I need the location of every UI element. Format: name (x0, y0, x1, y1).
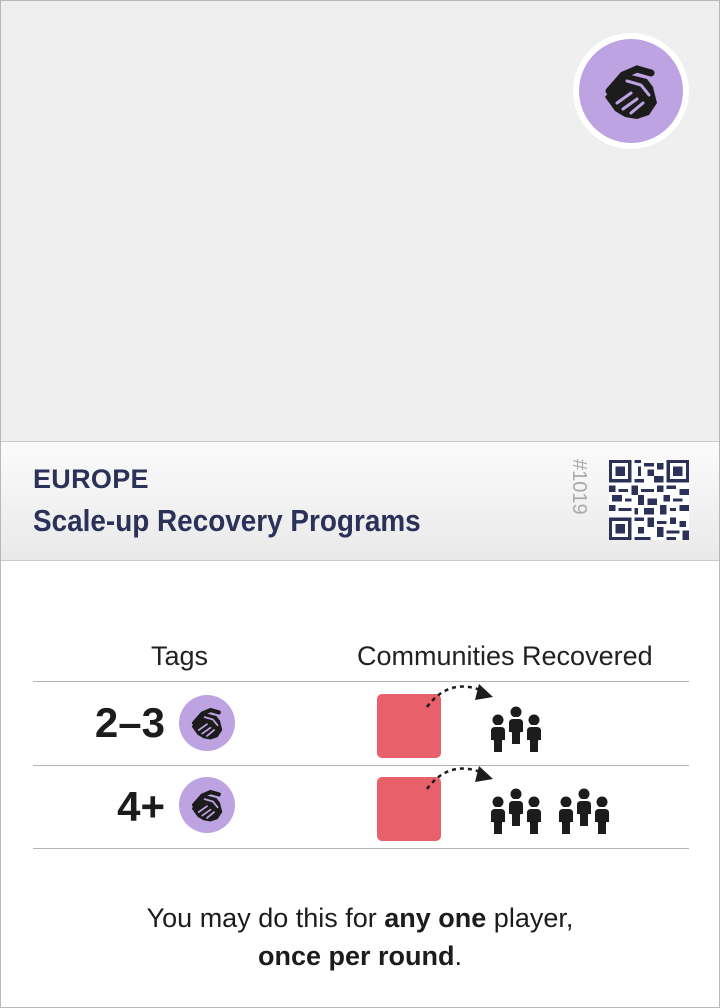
rule-text-emphasis: any one (384, 903, 487, 933)
tag-count: 2–3 (94, 699, 165, 746)
card-title: Scale-up Recovery Programs (33, 503, 421, 538)
rule-text-part: . (454, 941, 463, 971)
rule-text: You may do this for any one player, once… (1, 899, 719, 975)
tag-count: 4+ (117, 783, 165, 830)
handshake-icon (579, 39, 683, 143)
tags-column-header: Tags (151, 641, 209, 671)
rule-text-emphasis: once per round (257, 941, 455, 971)
community-group-icon (481, 705, 551, 753)
rule-text-line-2: once per round. (1, 937, 719, 975)
qr-code-icon (609, 460, 689, 540)
community-group-icon (549, 787, 619, 835)
event-card: EUROPE Scale-up Recovery Programs #1019 (0, 0, 720, 1008)
handshake-icon (179, 777, 235, 833)
handshake-icon (179, 695, 235, 751)
card-region: EUROPE (33, 464, 149, 494)
communities-column-header: Communities Recovered (357, 641, 653, 671)
card-badge (573, 33, 689, 149)
rule-text-part: player, (486, 903, 574, 933)
community-group-icon (481, 787, 551, 835)
table-rule (33, 848, 689, 849)
table-rule (33, 681, 689, 682)
card-number: #1019 (568, 459, 590, 515)
rule-text-part: You may do this for (146, 903, 385, 933)
rule-text-line-1: You may do this for any one player, (1, 899, 719, 937)
table-rule (33, 765, 689, 766)
